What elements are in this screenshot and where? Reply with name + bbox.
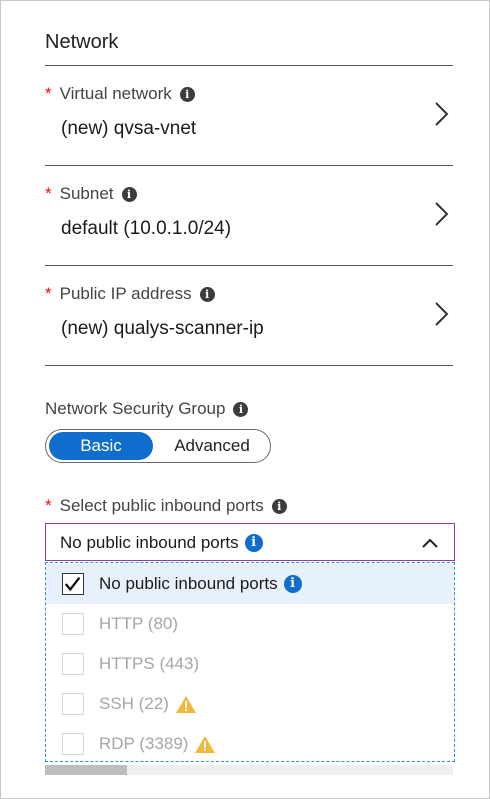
nsg-advanced-option[interactable]: Advanced [156,432,268,460]
checkbox [62,653,84,675]
section-title: Network [45,31,119,53]
info-icon[interactable]: i [199,286,215,302]
port-option-text: HTTPS (443) [99,654,200,673]
checkbox [62,693,84,715]
port-option-none[interactable]: No public inbound ports i [46,564,454,604]
port-option-rdp: RDP (3389) [46,724,454,764]
port-option-ssh: SSH (22) [46,684,454,724]
public-ip-label-text: Public IP address [59,284,192,303]
checkbox [62,733,84,755]
nsg-label: Network Security Group i [45,399,249,419]
nsg-label-text: Network Security Group [45,399,226,418]
public-ip-label: * Public IP address i [45,284,215,304]
info-icon[interactable]: i [179,86,195,102]
info-icon[interactable]: i [121,186,137,202]
virtual-network-value: (new) qvsa-vnet [61,118,197,139]
port-option-text: No public inbound ports [99,574,278,593]
inbound-ports-selected-text: No public inbound ports [60,533,239,552]
public-ip-field[interactable]: * Public IP address i (new) qualys-scann… [45,266,453,364]
required-asterisk: * [45,184,52,203]
inbound-ports-dropdown[interactable]: No public inbound ports i [45,523,455,561]
port-option-text: RDP (3389) [99,734,189,753]
required-asterisk: * [45,496,52,515]
subnet-field[interactable]: * Subnet i default (10.0.1.0/24) [45,166,453,264]
checkmark-icon [64,576,81,592]
inbound-ports-label-text: Select public inbound ports [59,496,264,515]
nsg-basic-option[interactable]: Basic [49,432,153,460]
inbound-ports-selected: No public inbound ports i [60,533,263,553]
info-icon[interactable]: i [271,498,287,514]
port-option-https: HTTPS (443) [46,644,454,684]
port-option-label: HTTPS (443) [99,654,199,674]
required-asterisk: * [45,284,52,303]
nsg-toggle: Basic Advanced [45,429,271,463]
inbound-ports-options-list: No public inbound ports i HTTP (80) HTTP… [45,562,455,762]
port-option-label: SSH (22) [99,694,197,714]
virtual-network-field[interactable]: * Virtual network i (new) qvsa-vnet [45,66,453,164]
public-ip-value: (new) qualys-scanner-ip [61,318,264,339]
port-option-text: HTTP (80) [99,614,179,633]
checkbox[interactable] [62,573,84,595]
port-option-http: HTTP (80) [46,604,454,644]
port-option-text: SSH (22) [99,694,169,713]
network-settings-panel: Network * Virtual network i (new) qvsa-v… [0,0,490,799]
subnet-label-text: Subnet [59,184,114,203]
virtual-network-label-text: Virtual network [59,84,172,103]
chevron-right-icon[interactable] [431,300,451,328]
inbound-ports-label: * Select public inbound ports i [45,496,287,516]
warning-icon [175,695,196,713]
chevron-right-icon[interactable] [431,100,451,128]
checkbox [62,613,84,635]
info-icon[interactable]: i [233,401,249,417]
subnet-value: default (10.0.1.0/24) [61,218,232,239]
info-icon[interactable]: i [244,534,263,552]
scrollbar-thumb[interactable] [45,765,127,775]
required-asterisk: * [45,84,52,103]
info-icon[interactable]: i [283,575,302,593]
subnet-label: * Subnet i [45,184,137,204]
horizontal-scrollbar[interactable] [45,765,453,775]
port-option-label: No public inbound ports i [99,574,302,594]
port-option-label: HTTP (80) [99,614,178,634]
chevron-up-icon[interactable] [420,534,440,552]
chevron-right-icon[interactable] [431,200,451,228]
port-option-label: RDP (3389) [99,734,216,754]
warning-icon [195,735,216,753]
virtual-network-label: * Virtual network i [45,84,195,104]
divider [45,365,453,366]
